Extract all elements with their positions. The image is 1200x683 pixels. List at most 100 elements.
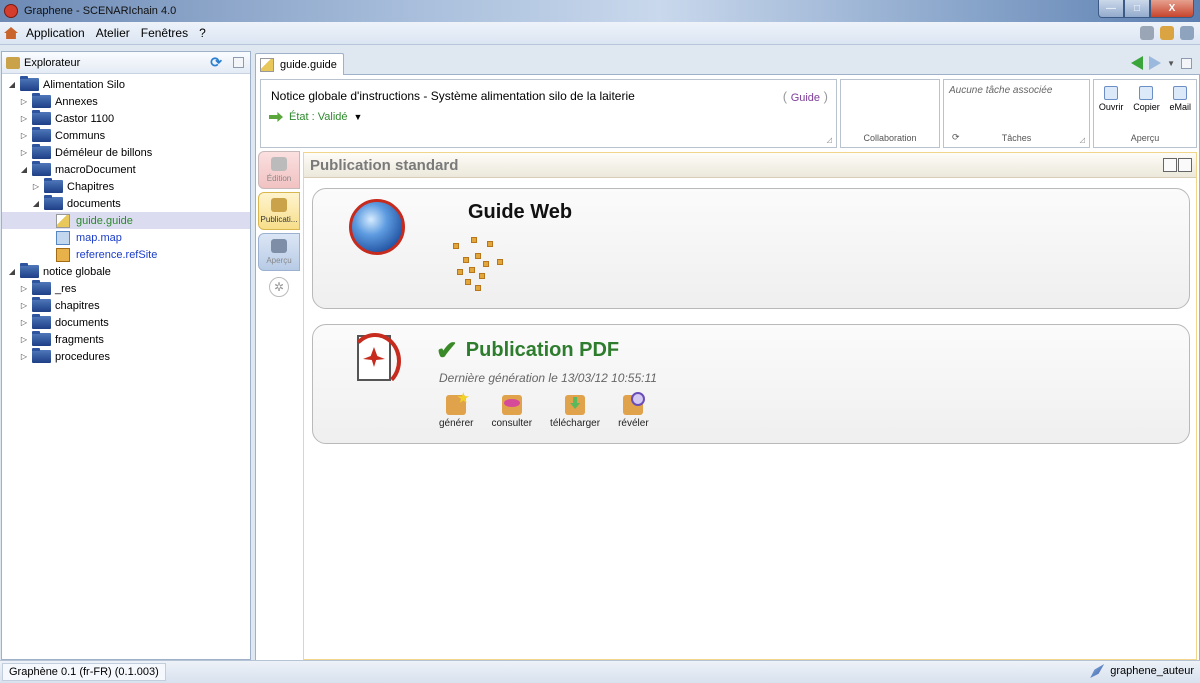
maximize-editor-icon[interactable] bbox=[1181, 57, 1192, 69]
tab-guide[interactable]: guide.guide bbox=[255, 53, 344, 76]
history-dropdown-icon[interactable]: ▼ bbox=[1167, 59, 1175, 68]
expand-icon[interactable]: ▷ bbox=[20, 335, 28, 344]
back-arrow-icon[interactable] bbox=[1131, 56, 1144, 70]
tree-item[interactable]: ▷ chapitres bbox=[2, 297, 250, 314]
maximize-publication-icon[interactable] bbox=[1178, 158, 1192, 172]
folder-icon bbox=[32, 331, 51, 346]
user-icon bbox=[1090, 664, 1105, 678]
tree-item[interactable]: reference.refSite bbox=[2, 246, 250, 263]
reveal-button[interactable]: révéler bbox=[618, 392, 649, 429]
menu-atelier[interactable]: Atelier bbox=[96, 26, 130, 40]
home-icon[interactable] bbox=[4, 27, 18, 39]
document-type[interactable]: ( Guide ) bbox=[783, 89, 828, 104]
tree-item[interactable]: ▷ Annexes bbox=[2, 93, 250, 110]
tree-item[interactable]: guide.guide bbox=[2, 212, 250, 229]
expand-icon[interactable]: ▷ bbox=[20, 114, 28, 123]
collapse-icon[interactable]: ◢ bbox=[8, 80, 16, 89]
email-button[interactable]: eMail bbox=[1170, 86, 1191, 112]
ref-file-icon bbox=[56, 247, 70, 262]
minimize-publication-icon[interactable] bbox=[1163, 158, 1177, 172]
tree-item-label: procedures bbox=[55, 350, 111, 363]
current-user[interactable]: graphene_auteur bbox=[1090, 664, 1194, 678]
open-button[interactable]: Ouvrir bbox=[1099, 86, 1123, 112]
consult-button[interactable]: consulter bbox=[491, 395, 532, 429]
tree-item-label: Déméleur de billons bbox=[55, 146, 153, 159]
refresh-icon[interactable]: ⟳ bbox=[210, 54, 222, 71]
expand-icon[interactable]: ▷ bbox=[32, 182, 40, 191]
side-tab-edition[interactable]: Édition bbox=[258, 151, 300, 189]
expand-corner-icon[interactable]: ◿ bbox=[827, 136, 832, 144]
document-info-bar: Notice globale d'instructions - Système … bbox=[260, 79, 1197, 149]
tree-item[interactable]: ▷ procedures bbox=[2, 348, 250, 365]
collapse-icon[interactable]: ◢ bbox=[32, 199, 40, 208]
tree-item[interactable]: ◢ notice globale bbox=[2, 263, 250, 280]
tree-item[interactable]: map.map bbox=[2, 229, 250, 246]
folder-icon bbox=[44, 178, 63, 193]
document-title: Notice globale d'instructions - Système … bbox=[271, 89, 635, 103]
apercu-box: Ouvrir Copier eMail Aperçu bbox=[1093, 79, 1197, 148]
menu-application[interactable]: Application bbox=[26, 26, 85, 40]
folder-icon bbox=[32, 280, 51, 295]
document-header: Notice globale d'instructions - Système … bbox=[260, 79, 837, 148]
folder-icon bbox=[32, 93, 51, 108]
expand-icon[interactable]: ▷ bbox=[20, 131, 28, 140]
maximize-panel-icon[interactable] bbox=[233, 57, 244, 68]
tree-item[interactable]: ▷ documents bbox=[2, 314, 250, 331]
tree-item[interactable]: ◢ Alimentation Silo bbox=[2, 76, 250, 93]
tree-item-label: map.map bbox=[76, 231, 122, 244]
tree-item-label: _res bbox=[55, 282, 77, 295]
folder-icon bbox=[32, 314, 51, 329]
settings-icon[interactable] bbox=[1140, 26, 1154, 40]
expand-icon[interactable]: ▷ bbox=[20, 97, 28, 106]
close-button[interactable]: X bbox=[1150, 0, 1194, 18]
tree-item[interactable]: ▷ fragments bbox=[2, 331, 250, 348]
tasks-caption: Tâches bbox=[1001, 133, 1032, 143]
expand-icon[interactable]: ▷ bbox=[20, 318, 28, 327]
expand-icon[interactable]: ▷ bbox=[20, 352, 28, 361]
toolbar-right bbox=[1140, 26, 1194, 40]
expand-icon[interactable]: ▷ bbox=[20, 148, 28, 157]
state-flag-icon bbox=[269, 112, 283, 122]
generate-button[interactable]: générer bbox=[439, 395, 473, 429]
tasks-empty-text: Aucune tâche associée bbox=[949, 85, 1053, 96]
tree-item-label: guide.guide bbox=[76, 214, 133, 227]
side-tab-apercu[interactable]: Aperçu bbox=[258, 233, 300, 271]
apercu-caption: Aperçu bbox=[1130, 133, 1160, 143]
tasks-expand-corner-icon[interactable]: ◿ bbox=[1080, 136, 1085, 144]
tree-item[interactable]: ▷ _res bbox=[2, 280, 250, 297]
tree-item[interactable]: ▷ Déméleur de billons bbox=[2, 144, 250, 161]
publication-header-title: Publication standard bbox=[310, 156, 459, 174]
tree-item[interactable]: ◢ documents bbox=[2, 195, 250, 212]
tree-item-label: Communs bbox=[55, 129, 106, 142]
menu-fenetres[interactable]: Fenêtres bbox=[141, 26, 188, 40]
expand-icon[interactable]: ▷ bbox=[20, 284, 28, 293]
user-name: graphene_auteur bbox=[1110, 665, 1194, 677]
copy-button[interactable]: Copier bbox=[1133, 86, 1160, 112]
tree-item[interactable]: ▷ Chapitres bbox=[2, 178, 250, 195]
gear-icon[interactable]: ✲ bbox=[269, 277, 289, 297]
expand-icon[interactable]: ▷ bbox=[20, 301, 28, 310]
tree-item[interactable]: ▷ Castor 1100 bbox=[2, 110, 250, 127]
network-icon[interactable] bbox=[1180, 26, 1194, 40]
folder-icon bbox=[20, 263, 39, 278]
tree-item[interactable]: ◢ macroDocument bbox=[2, 161, 250, 178]
side-tab-publication[interactable]: Publicati... bbox=[258, 192, 300, 230]
notes-icon[interactable] bbox=[1160, 26, 1174, 40]
title-bar: Graphene - SCENARIchain 4.0 — □ X bbox=[0, 0, 1200, 22]
forward-arrow-icon[interactable] bbox=[1149, 56, 1162, 70]
tree-item-label: reference.refSite bbox=[76, 248, 158, 261]
menu-help[interactable]: ? bbox=[199, 26, 206, 40]
tree-item-label: documents bbox=[55, 316, 109, 329]
reveal-label: révéler bbox=[618, 418, 649, 429]
tree-item[interactable]: ▷ Communs bbox=[2, 127, 250, 144]
collapse-icon[interactable]: ◢ bbox=[20, 165, 28, 174]
state-selector[interactable]: État : Validé ▼ bbox=[269, 111, 362, 123]
folder-icon bbox=[44, 195, 63, 210]
generator-card-pdf: ✔ Publication PDF Dernière génération le… bbox=[312, 324, 1190, 444]
collapse-icon[interactable]: ◢ bbox=[8, 267, 16, 276]
maximize-button[interactable]: □ bbox=[1124, 0, 1150, 18]
download-button[interactable]: télécharger bbox=[550, 395, 600, 429]
download-label: télécharger bbox=[550, 418, 601, 429]
web-generator-title: Guide Web bbox=[468, 201, 573, 223]
minimize-button[interactable]: — bbox=[1098, 0, 1124, 18]
